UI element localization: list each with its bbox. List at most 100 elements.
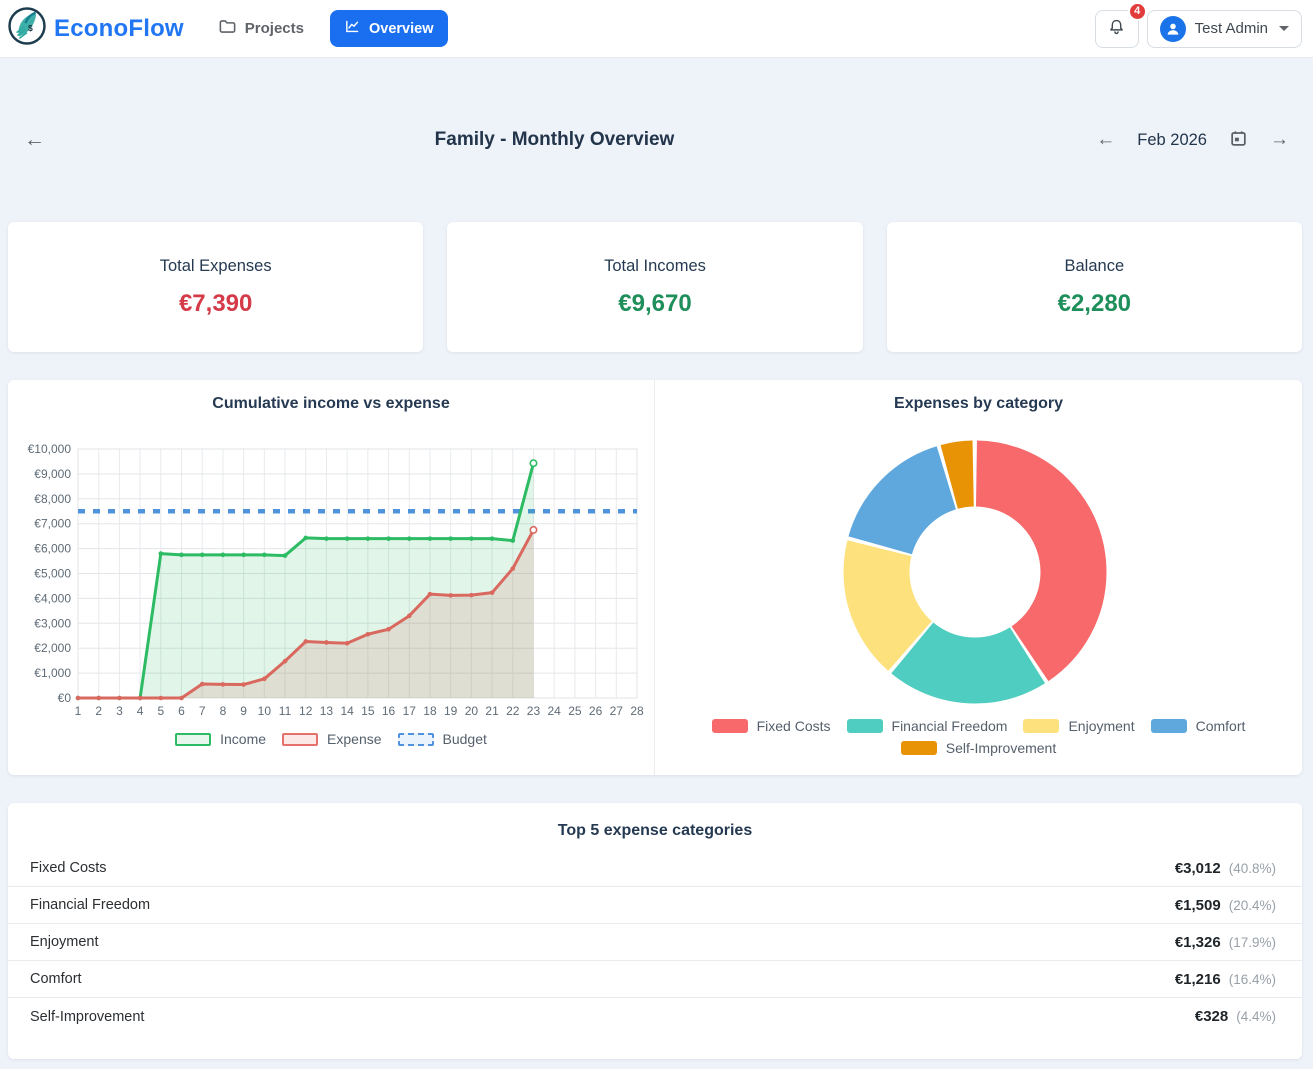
category-amount: €1,509 [1175,897,1221,914]
svg-text:19: 19 [443,704,457,718]
svg-text:4: 4 [136,704,143,718]
legend-item-fixed-costs[interactable]: Fixed Costs [712,718,831,734]
svg-text:12: 12 [299,704,313,718]
svg-text:€7,000: €7,000 [34,517,71,531]
category-amount: €1,216 [1175,971,1221,988]
user-menu-button[interactable]: Test Admin [1147,10,1302,48]
legend-swatch [398,733,434,746]
svg-text:16: 16 [381,704,395,718]
svg-text:€0: €0 [57,691,71,705]
table-row: Financial Freedom €1,509 (20.4%) [8,887,1302,924]
category-amount: €328 [1195,1008,1228,1025]
top5-rows: Fixed Costs€3,012(40.8%)Financial Freedo… [8,850,1302,1035]
previous-month-button[interactable]: ← [1096,129,1115,151]
svg-text:€6,000: €6,000 [34,542,71,556]
next-month-button[interactable]: → [1270,129,1289,151]
balance-card: Balance €2,280 [887,222,1302,352]
chevron-down-icon [1279,26,1289,31]
legend-item-budget[interactable]: Budget [398,731,487,747]
navbar: $ EconoFlow Projects Overview [0,0,1313,58]
svg-text:26: 26 [588,704,602,718]
legend-label: Expense [327,731,381,747]
legend-swatch [282,733,318,746]
calendar-icon [1229,129,1248,151]
brand-name: EconoFlow [54,15,184,43]
card-label: Total Incomes [604,257,706,276]
projects-button[interactable]: Projects [218,17,304,40]
charts-panel: Cumulative income vs expense €0€1,000€2,… [8,380,1302,775]
overview-button[interactable]: Overview [330,10,448,47]
legend-label: Comfort [1196,718,1246,734]
svg-text:27: 27 [609,704,623,718]
legend-item-financial-freedom[interactable]: Financial Freedom [847,718,1008,734]
category-values: €1,216 (16.4%) [1175,971,1276,988]
category-amount: €1,326 [1175,934,1221,951]
category-values: €3,012(40.8%) [1175,860,1276,877]
date-navigation: ← Feb 2026 → [1039,129,1289,151]
legend-label: Income [220,731,266,747]
category-label: Financial Freedom [30,897,150,913]
legend-item-self-improvement[interactable]: Self-Improvement [901,740,1056,756]
svg-text:3: 3 [116,704,123,718]
user-name: Test Admin [1195,20,1268,37]
folder-icon [218,17,237,40]
legend-swatch [847,719,883,733]
svg-text:8: 8 [219,704,226,718]
category-label: Self-Improvement [30,1009,144,1025]
expenses-donut-chart [655,430,1302,710]
svg-text:20: 20 [464,704,478,718]
calendar-picker-button[interactable] [1229,129,1248,151]
svg-text:28: 28 [630,704,644,718]
legend-item-comfort[interactable]: Comfort [1151,718,1246,734]
category-chart-section: Expenses by category Fixed CostsFinancia… [655,380,1302,775]
category-percent: (4.4%) [1236,1009,1276,1024]
svg-text:2: 2 [95,704,102,718]
legend-label: Financial Freedom [892,718,1008,734]
overview-label: Overview [369,21,434,37]
legend-swatch [175,733,211,746]
svg-text:24: 24 [547,704,561,718]
category-percent: (16.4%) [1229,972,1276,987]
category-percent: (17.9%) [1229,935,1276,950]
back-button[interactable]: ← [24,128,70,152]
line-chart-legend: Income Expense Budget [175,731,487,747]
legend-item-enjoyment[interactable]: Enjoyment [1023,718,1134,734]
cumulative-line-chart: €0€1,000€2,000€3,000€4,000€5,000€6,000€7… [8,425,655,725]
legend-item-expense[interactable]: Expense [282,731,381,747]
category-label: Enjoyment [30,934,99,950]
svg-text:23: 23 [526,704,540,718]
legend-item-income[interactable]: Income [175,731,266,747]
legend-swatch [1023,719,1059,733]
summary-cards: Total Expenses €7,390 Total Incomes €9,6… [0,222,1313,352]
legend-label: Self-Improvement [946,740,1056,756]
line-chart-title: Cumulative income vs expense [212,394,449,414]
card-label: Total Expenses [160,257,272,276]
svg-text:14: 14 [340,704,354,718]
table-row: Self-Improvement €328 (4.4%) [8,998,1302,1035]
total-expenses-card: Total Expenses €7,390 [8,222,423,352]
legend-swatch [712,719,748,733]
page-header: ← Family - Monthly Overview ← Feb 2026 → [0,58,1313,222]
projects-label: Projects [245,20,304,37]
notifications-button[interactable]: 4 [1095,10,1139,48]
svg-text:1: 1 [74,704,81,718]
line-chart-icon [344,18,361,39]
svg-text:€10,000: €10,000 [27,442,71,456]
svg-text:€5,000: €5,000 [34,567,71,581]
cumulative-chart-section: Cumulative income vs expense €0€1,000€2,… [8,380,655,775]
svg-text:11: 11 [278,704,291,718]
card-value: €2,280 [1058,290,1131,318]
card-label: Balance [1065,257,1125,276]
category-percent: (20.4%) [1229,898,1276,913]
legend-swatch [1151,719,1187,733]
brand[interactable]: $ EconoFlow [8,7,184,50]
top5-panel: Top 5 expense categories Fixed Costs€3,0… [8,803,1302,1059]
svg-text:5: 5 [157,704,164,718]
svg-text:22: 22 [506,704,520,718]
category-percent: (40.8%) [1229,861,1276,876]
bell-icon [1107,18,1126,40]
page-title: Family - Monthly Overview [70,129,1039,151]
svg-text:18: 18 [423,704,437,718]
category-values: €1,326 (17.9%) [1175,934,1276,951]
table-row: Fixed Costs€3,012(40.8%) [8,850,1302,887]
